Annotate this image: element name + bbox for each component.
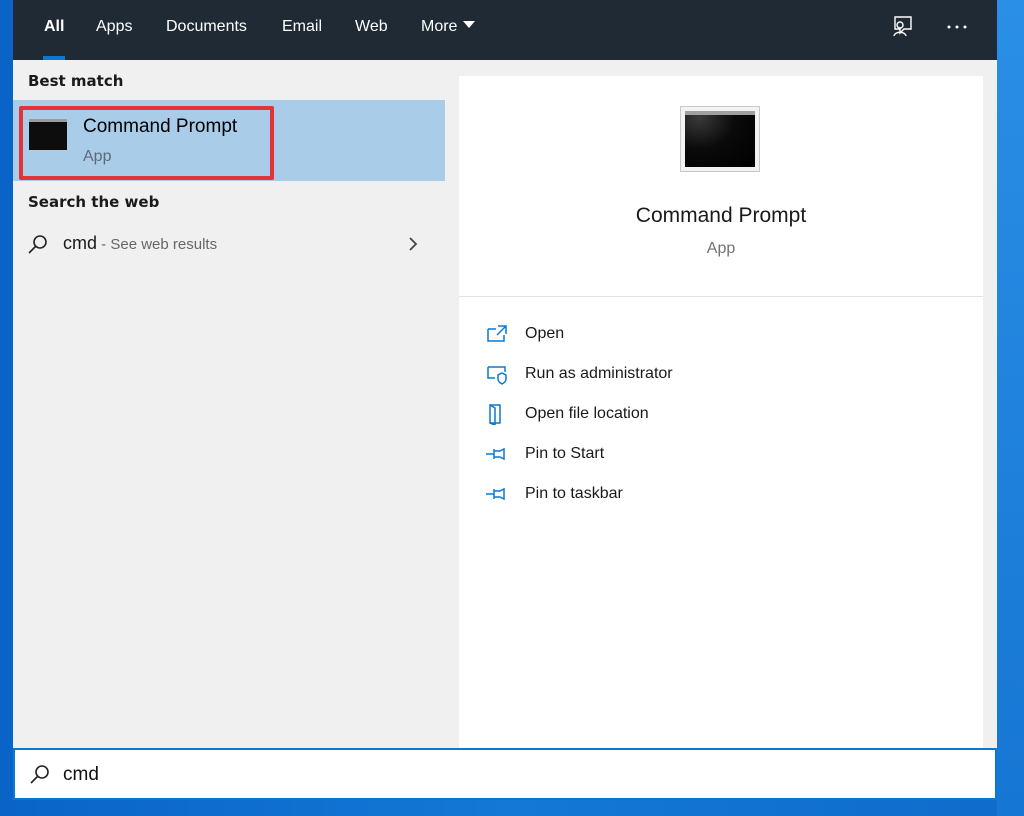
best-match-heading: Best match [28,72,124,90]
chevron-right-icon[interactable] [407,236,419,252]
desktop-background [997,0,1024,816]
tab-apps[interactable]: Apps [96,0,132,60]
search-web-heading: Search the web [28,193,160,211]
action-pin-to-start[interactable]: Pin to Start [485,440,955,470]
search-icon [28,235,47,254]
tab-email[interactable]: Email [282,0,322,60]
results-list: Best match Command Prompt App Search the… [13,60,445,748]
divider [459,296,983,297]
web-result-query: cmd [63,233,98,253]
action-pin-to-taskbar[interactable]: Pin to taskbar [485,480,955,510]
preview-subtitle: App [706,240,736,257]
tab-label: Email [282,18,323,35]
search-icon [30,765,49,784]
search-input[interactable]: cmd [13,748,997,800]
action-open-file-location[interactable]: Open file location [485,400,955,430]
tab-all[interactable]: All [43,0,66,60]
web-result-text: cmd - See web results [63,233,217,254]
action-label: Open [525,325,565,342]
action-open[interactable]: Open [485,320,955,350]
tab-label: Web [355,18,388,35]
action-label: Pin to Start [525,445,605,462]
open-icon [487,325,507,342]
search-panel: All Apps Documents Email Web More Best m… [13,0,997,800]
action-label: Run as administrator [525,365,673,382]
preview-pane: Command Prompt App Open Run as administr… [459,76,983,748]
pin-icon [486,447,505,461]
pin-icon [486,487,505,501]
action-label: Open file location [525,405,649,422]
tab-label: Documents [166,18,247,35]
more-options-icon[interactable] [944,14,970,40]
command-prompt-icon [680,106,760,172]
tab-label: Apps [96,18,133,35]
admin-shield-icon [487,366,507,385]
search-query: cmd [63,764,99,785]
tab-more[interactable]: More [421,0,476,60]
file-location-icon [489,404,501,425]
tab-web[interactable]: Web [355,0,388,60]
tab-label: More [421,18,458,35]
web-result-item[interactable]: cmd - See web results [13,222,445,266]
action-label: Pin to taskbar [525,485,623,502]
tab-label: All [44,18,65,35]
chevron-down-icon [463,21,476,28]
action-run-as-administrator[interactable]: Run as administrator [485,360,955,390]
preview-title: Command Prompt [635,204,807,227]
tab-documents[interactable]: Documents [166,0,247,60]
feedback-icon[interactable] [890,14,916,40]
search-tabs-bar: All Apps Documents Email Web More [13,0,997,60]
web-result-suffix: - See web results [97,236,218,253]
highlight-callout [19,106,274,180]
